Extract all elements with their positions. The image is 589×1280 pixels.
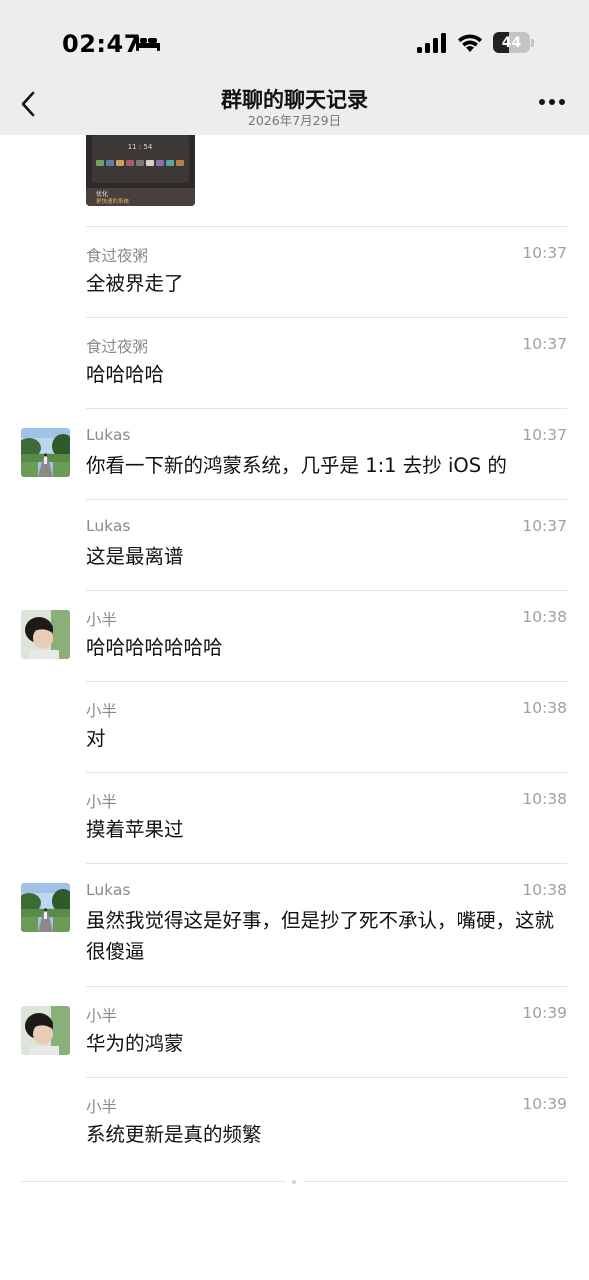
message-sender: Lukas (86, 881, 131, 899)
message-divider (86, 317, 567, 318)
avatar-xiaoban[interactable] (21, 610, 70, 659)
message-divider (86, 408, 567, 409)
message-divider (86, 772, 567, 773)
message-time: 10:38 (522, 699, 567, 717)
message-sender: 小半 (86, 793, 118, 811)
page-subtitle-date: 2026年7月29日 (247, 113, 342, 128)
message-time: 10:39 (522, 1095, 567, 1113)
bottom-divider-right (303, 1181, 567, 1182)
message-divider (86, 1077, 567, 1078)
avatar-lukas[interactable] (21, 428, 70, 477)
wifi-icon (458, 34, 482, 52)
thumbnail-clock: 11 : 54 (128, 143, 153, 151)
message-text[interactable]: 虽然我觉得这是好事，但是抄了死不承认，嘴硬，这就很傻逼 (86, 905, 556, 967)
message-time: 10:37 (522, 244, 567, 262)
message-sender: 小半 (86, 1098, 118, 1116)
battery-level-text: 44 (501, 34, 522, 51)
message-divider (86, 499, 567, 500)
message-text[interactable]: 全被界走了 (86, 268, 556, 299)
thumbnail-caption-line2: 更快速的系统 (96, 197, 130, 205)
message-time: 10:38 (522, 608, 567, 626)
message-text[interactable]: 摸着苹果过 (86, 814, 556, 845)
message-time: 10:37 (522, 517, 567, 535)
status-time: 02:47 (62, 30, 141, 58)
chat-history-screen: 02:47 44 群聊的聊天记录 2026年7月29日 11: 54 优化 更… (0, 0, 589, 1280)
message-text[interactable]: 华为的鸿蒙 (86, 1028, 556, 1059)
message-divider (86, 863, 567, 864)
message-time: 10:38 (522, 881, 567, 899)
message-text[interactable]: 对 (86, 723, 556, 754)
message-divider (86, 681, 567, 682)
message-sender: 小半 (86, 702, 118, 720)
message-text[interactable]: 系统更新是真的频繁 (86, 1119, 556, 1150)
thumbnail-caption-line1: 优化 (96, 190, 108, 198)
message-text[interactable]: 这是最离谱 (86, 541, 556, 572)
header: 02:47 44 群聊的聊天记录 2026年7月29日 (0, 0, 589, 135)
message-text[interactable]: 哈哈哈哈哈哈哈 (86, 632, 556, 663)
message-divider (86, 986, 567, 987)
message-sender: 食过夜粥 (86, 338, 149, 356)
message-text[interactable]: 哈哈哈哈 (86, 359, 556, 390)
message-time: 10:38 (522, 790, 567, 808)
message-sender: 小半 (86, 1007, 118, 1025)
bed-icon (136, 36, 160, 51)
message-divider (86, 226, 567, 227)
bottom-divider-dot (292, 1180, 296, 1184)
battery-tip (531, 39, 534, 47)
message-text[interactable]: 你看一下新的鸿蒙系统，几乎是 1:1 去抄 iOS 的 (86, 450, 556, 481)
signal-icon (417, 33, 446, 53)
message-time: 10:37 (522, 335, 567, 353)
message-time: 10:39 (522, 1004, 567, 1022)
message-sender: 食过夜粥 (86, 247, 149, 265)
battery-icon: 44 (493, 32, 530, 53)
avatar-xiaoban[interactable] (21, 1006, 70, 1055)
avatar-lukas[interactable] (21, 883, 70, 932)
bottom-divider-left (21, 1181, 286, 1182)
message-time: 10:37 (522, 426, 567, 444)
message-divider (86, 590, 567, 591)
message-sender: 小半 (86, 611, 118, 629)
message-sender: Lukas (86, 517, 131, 535)
message-sender: Lukas (86, 426, 131, 444)
more-dots-icon[interactable] (538, 96, 566, 108)
